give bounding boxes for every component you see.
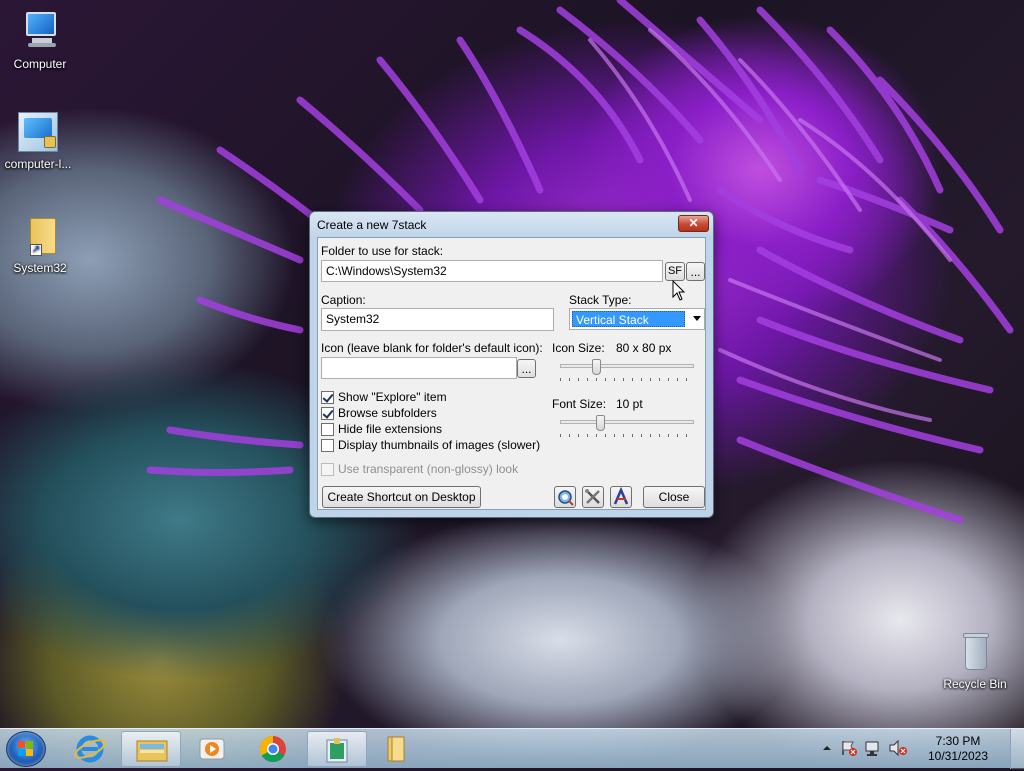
font-size-slider[interactable] (560, 415, 694, 437)
search-update-button[interactable] (554, 486, 576, 508)
stack-type-selected: Vertical Stack (572, 311, 685, 327)
tools-icon (585, 489, 600, 504)
chevron-down-icon (693, 316, 701, 321)
icon-label: Icon (leave blank for folder's default i… (321, 341, 543, 355)
taskbar-file-explorer[interactable] (121, 731, 181, 767)
recycle-bin-icon (953, 630, 997, 674)
tools-button[interactable] (582, 486, 604, 508)
checkbox-label: Use transparent (non-glossy) look (338, 462, 519, 476)
caption-label: Caption: (321, 293, 366, 307)
checkbox-label: Display thumbnails of images (slower) (338, 438, 541, 452)
icon-size-label: Icon Size: (552, 341, 605, 355)
icon-path-input[interactable] (321, 357, 517, 379)
clock-date: 10/31/2023 (927, 749, 989, 763)
folder-icon (387, 736, 405, 762)
close-icon[interactable]: ✕ (678, 215, 709, 232)
browse-subfolders-checkbox[interactable]: Browse subfolders (321, 406, 437, 420)
about-icon (613, 486, 629, 505)
action-center-icon[interactable] (840, 739, 858, 757)
show-explore-checkbox[interactable]: Show "Explore" item (321, 390, 447, 404)
slider-track (560, 364, 694, 368)
caption-input[interactable]: System32 (321, 308, 554, 331)
taskbar: 7:30 PM 10/31/2023 (0, 728, 1024, 769)
checkbox-box[interactable] (321, 438, 334, 452)
browse-folder-button[interactable]: ... (686, 262, 705, 281)
system-tray (814, 729, 914, 769)
stack-type-select[interactable]: Vertical Stack (569, 308, 705, 330)
icon-size-slider[interactable] (560, 359, 694, 381)
checkbox-label: Hide file extensions (338, 422, 443, 436)
volume-muted-icon[interactable] (888, 739, 908, 757)
font-size-label: Font Size: (552, 397, 607, 411)
slider-thumb[interactable] (596, 415, 606, 431)
search-update-icon (558, 490, 574, 506)
taskbar-folder[interactable] (366, 731, 426, 767)
folder-label: Folder to use for stack: (321, 244, 444, 258)
taskbar-media-player[interactable] (182, 731, 242, 767)
show-hidden-icons-icon[interactable] (822, 743, 832, 753)
folder-path-input[interactable]: C:\Windows\System32 (321, 260, 663, 282)
desktop-icon-label: System32 (13, 261, 67, 275)
create-shortcut-button[interactable]: Create Shortcut on Desktop (322, 486, 481, 508)
folder-shortcut-icon: ↗ (18, 214, 62, 258)
dialog-title: Create a new 7stack (317, 218, 427, 232)
icon-size-value: 80 x 80 px (616, 341, 672, 355)
desktop-icon-label: Computer (13, 57, 67, 71)
checkbox-box (321, 462, 334, 476)
stack-type-label: Stack Type: (569, 293, 632, 307)
desktop-icon-system32[interactable]: ↗ System32 (0, 214, 80, 275)
desktop-icon-label: Recycle Bin (943, 677, 1007, 691)
taskbar-7stack[interactable] (307, 731, 367, 767)
internet-explorer-icon (74, 735, 106, 763)
slider-track (560, 420, 694, 424)
checkbox-box[interactable] (321, 406, 334, 420)
dialog-titlebar[interactable]: Create a new 7stack ✕ (310, 212, 713, 236)
transparent-look-checkbox: Use transparent (non-glossy) look (321, 462, 518, 476)
font-size-value: 10 pt (616, 397, 643, 411)
media-player-icon (199, 738, 225, 760)
hide-extensions-checkbox[interactable]: Hide file extensions (321, 422, 442, 436)
chrome-icon (259, 735, 286, 763)
network-icon[interactable] (864, 739, 882, 757)
checkbox-box[interactable] (321, 390, 334, 404)
checkbox-label: Browse subfolders (338, 406, 437, 420)
windows-logo-icon (18, 741, 33, 756)
taskbar-chrome[interactable] (243, 731, 303, 767)
locked-computer-icon (16, 110, 60, 154)
browse-icon-button[interactable]: ... (517, 359, 536, 378)
desktop-icon-recycle-bin[interactable]: Recycle Bin (935, 630, 1015, 691)
dialog-body: Folder to use for stack: C:\Windows\Syst… (317, 237, 706, 510)
file-explorer-icon (136, 740, 168, 762)
show-desktop-button[interactable] (1010, 729, 1024, 769)
slider-thumb[interactable] (592, 359, 602, 375)
desktop-icon-label: computer-l... (4, 157, 72, 171)
start-button[interactable] (6, 731, 46, 767)
close-button[interactable]: Close (643, 486, 705, 508)
create-7stack-dialog: Create a new 7stack ✕ Folder to use for … (309, 211, 714, 518)
desktop-icon-computer-locked[interactable]: computer-l... (0, 110, 78, 171)
about-button[interactable] (610, 486, 632, 508)
checkbox-box[interactable] (321, 422, 334, 436)
taskbar-clock[interactable]: 7:30 PM 10/31/2023 (918, 734, 998, 764)
7stack-icon (326, 738, 348, 763)
slider-ticks (560, 434, 694, 437)
display-thumbnails-checkbox[interactable]: Display thumbnails of images (slower) (321, 438, 540, 452)
mouse-cursor-icon (672, 280, 686, 301)
clock-time: 7:30 PM (935, 734, 981, 748)
checkbox-label: Show "Explore" item (338, 390, 447, 404)
desktop-icon-computer[interactable]: Computer (0, 10, 80, 71)
computer-icon (18, 10, 62, 54)
slider-ticks (560, 378, 694, 381)
taskbar-internet-explorer[interactable] (60, 731, 120, 767)
special-folder-button[interactable]: SF (665, 262, 685, 281)
